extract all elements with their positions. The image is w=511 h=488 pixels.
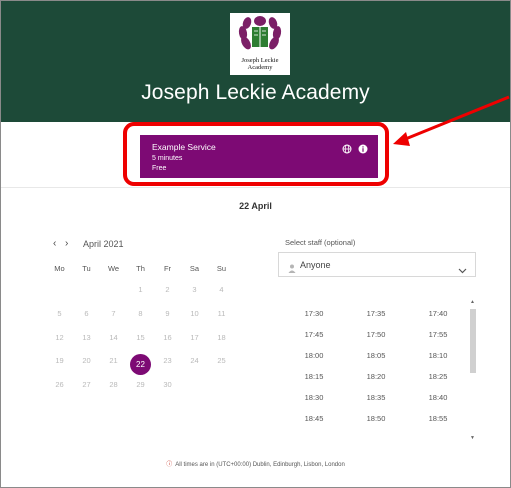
calendar-day[interactable]: 30 <box>154 378 181 392</box>
calendar-day: 1 <box>138 285 143 294</box>
calendar-day: 21 <box>109 356 118 365</box>
month-label: April 2021 <box>83 238 124 249</box>
calendar-day: 20 <box>82 356 91 365</box>
calendar-day: 18 <box>217 333 226 342</box>
annotation-highlight-box <box>123 122 389 186</box>
time-slot[interactable]: 17:50 <box>345 327 407 348</box>
divider <box>1 187 510 188</box>
next-month-icon[interactable]: › <box>65 238 77 249</box>
time-slot[interactable]: 18:15 <box>283 369 345 390</box>
calendar-day: 10 <box>190 309 199 318</box>
calendar-week: 19 20 21 22 23 24 25 <box>46 354 235 375</box>
calendar-day <box>181 378 208 392</box>
calendar-day: 8 <box>138 309 143 318</box>
time-slot[interactable]: 18:20 <box>345 369 407 390</box>
logo-text-line1: Joseph Leckie <box>241 57 279 64</box>
timezone-note: ⓘ All times are in (UTC+00:00) Dublin, Ed… <box>1 459 510 468</box>
time-slot[interactable]: 18:40 <box>407 390 469 411</box>
calendar-week: 1 2 3 4 <box>46 283 235 297</box>
time-slot[interactable]: 17:40 <box>407 306 469 327</box>
staff-select-label: Select staff (optional) <box>285 238 356 247</box>
selected-date-heading: 22 April <box>239 201 272 211</box>
logo-text-line2: Academy <box>247 64 273 71</box>
booking-page: Joseph Leckie Academy Joseph Leckie Acad… <box>0 0 511 488</box>
time-slot[interactable]: 18:35 <box>345 390 407 411</box>
calendar-day: 17 <box>190 333 199 342</box>
calendar-day[interactable]: 28 <box>100 378 127 392</box>
calendar-week: 12 13 14 15 16 17 18 <box>46 331 235 345</box>
staff-select-value: Anyone <box>300 260 331 270</box>
time-slot[interactable]: 18:00 <box>283 348 345 369</box>
time-slots-grid: 17:30 17:35 17:40 17:45 17:50 17:55 18:0… <box>283 306 469 432</box>
time-row: 18:45 18:50 18:55 <box>283 411 469 432</box>
calendar-day: 5 <box>57 309 62 318</box>
calendar-day[interactable]: 23 <box>154 354 181 375</box>
time-slot[interactable]: 18:50 <box>345 411 407 432</box>
time-slot[interactable]: 18:05 <box>345 348 407 369</box>
time-slot[interactable]: 17:55 <box>407 327 469 348</box>
calendar-day: 2 <box>165 285 170 294</box>
weekday-label: Sa <box>189 264 200 273</box>
time-slot[interactable]: 18:55 <box>407 411 469 432</box>
time-slot[interactable]: 18:45 <box>283 411 345 432</box>
time-row: 18:00 18:05 18:10 <box>283 348 469 369</box>
scrollbar-thumb[interactable] <box>470 309 476 373</box>
time-row: 17:30 17:35 17:40 <box>283 306 469 327</box>
calendar-day: 7 <box>111 309 116 318</box>
weekday-label: Th <box>136 264 145 273</box>
calendar-day[interactable]: 29 <box>127 378 154 392</box>
calendar-day: 13 <box>82 333 91 342</box>
calendar-day[interactable]: 25 <box>208 354 235 375</box>
header-banner: Joseph Leckie Academy Joseph Leckie Acad… <box>1 1 510 122</box>
previous-month-icon[interactable]: ‹ <box>53 238 65 249</box>
calendar-day: 19 <box>55 356 64 365</box>
chevron-down-icon <box>458 261 467 279</box>
calendar-week: 5 6 7 8 9 10 11 <box>46 307 235 321</box>
calendar-day <box>46 283 73 297</box>
calendar-day: 4 <box>219 285 224 294</box>
calendar-day: 3 <box>192 285 197 294</box>
calendar-day <box>100 283 127 297</box>
time-slot[interactable]: 17:35 <box>345 306 407 327</box>
weekday-header: Mo Tu We Th Fr Sa Su <box>46 262 235 276</box>
time-row: 18:30 18:35 18:40 <box>283 390 469 411</box>
time-slot[interactable]: 17:30 <box>283 306 345 327</box>
weekday-label: Su <box>216 264 227 273</box>
staff-select-dropdown[interactable]: Anyone <box>278 252 476 277</box>
weekday-label: Fr <box>163 264 172 273</box>
calendar-day[interactable]: 24 <box>181 354 208 375</box>
time-slot[interactable]: 18:30 <box>283 390 345 411</box>
info-circle-icon: ⓘ <box>166 462 173 468</box>
school-name-title: Joseph Leckie Academy <box>141 81 370 104</box>
scroll-up-icon[interactable]: ▲ <box>470 299 475 305</box>
time-row: 17:45 17:50 17:55 <box>283 327 469 348</box>
calendar-day: 6 <box>84 309 89 318</box>
time-slot[interactable]: 18:10 <box>407 348 469 369</box>
calendar-day: 9 <box>165 309 170 318</box>
time-row: 18:15 18:20 18:25 <box>283 369 469 390</box>
time-slot[interactable]: 18:25 <box>407 369 469 390</box>
calendar-day-selected[interactable]: 22 <box>127 354 154 375</box>
calendar-day <box>73 283 100 297</box>
calendar-day[interactable]: 27 <box>73 378 100 392</box>
school-logo: Joseph Leckie Academy <box>230 13 290 75</box>
time-slots-scrollbar[interactable]: ▲ ▼ <box>469 299 477 445</box>
month-navigation: ‹ › April 2021 <box>53 238 124 249</box>
calendar-day <box>208 378 235 392</box>
calendar-week: 26 27 28 29 30 <box>46 378 235 392</box>
weekday-label: Tu <box>82 264 91 273</box>
timezone-note-text: All times are in (UTC+00:00) Dublin, Edi… <box>175 462 345 468</box>
scroll-down-icon[interactable]: ▼ <box>470 435 475 441</box>
calendar-day: 16 <box>163 333 172 342</box>
calendar-day: 14 <box>109 333 118 342</box>
calendar-day: 15 <box>136 333 145 342</box>
person-icon <box>288 260 296 278</box>
time-slot[interactable]: 17:45 <box>283 327 345 348</box>
weekday-label: We <box>107 264 120 273</box>
weekday-label: Mo <box>54 264 65 273</box>
calendar-day[interactable]: 26 <box>46 378 73 392</box>
calendar-day: 11 <box>217 309 226 318</box>
calendar-day: 12 <box>55 333 64 342</box>
selected-day-circle[interactable]: 22 <box>130 354 151 375</box>
